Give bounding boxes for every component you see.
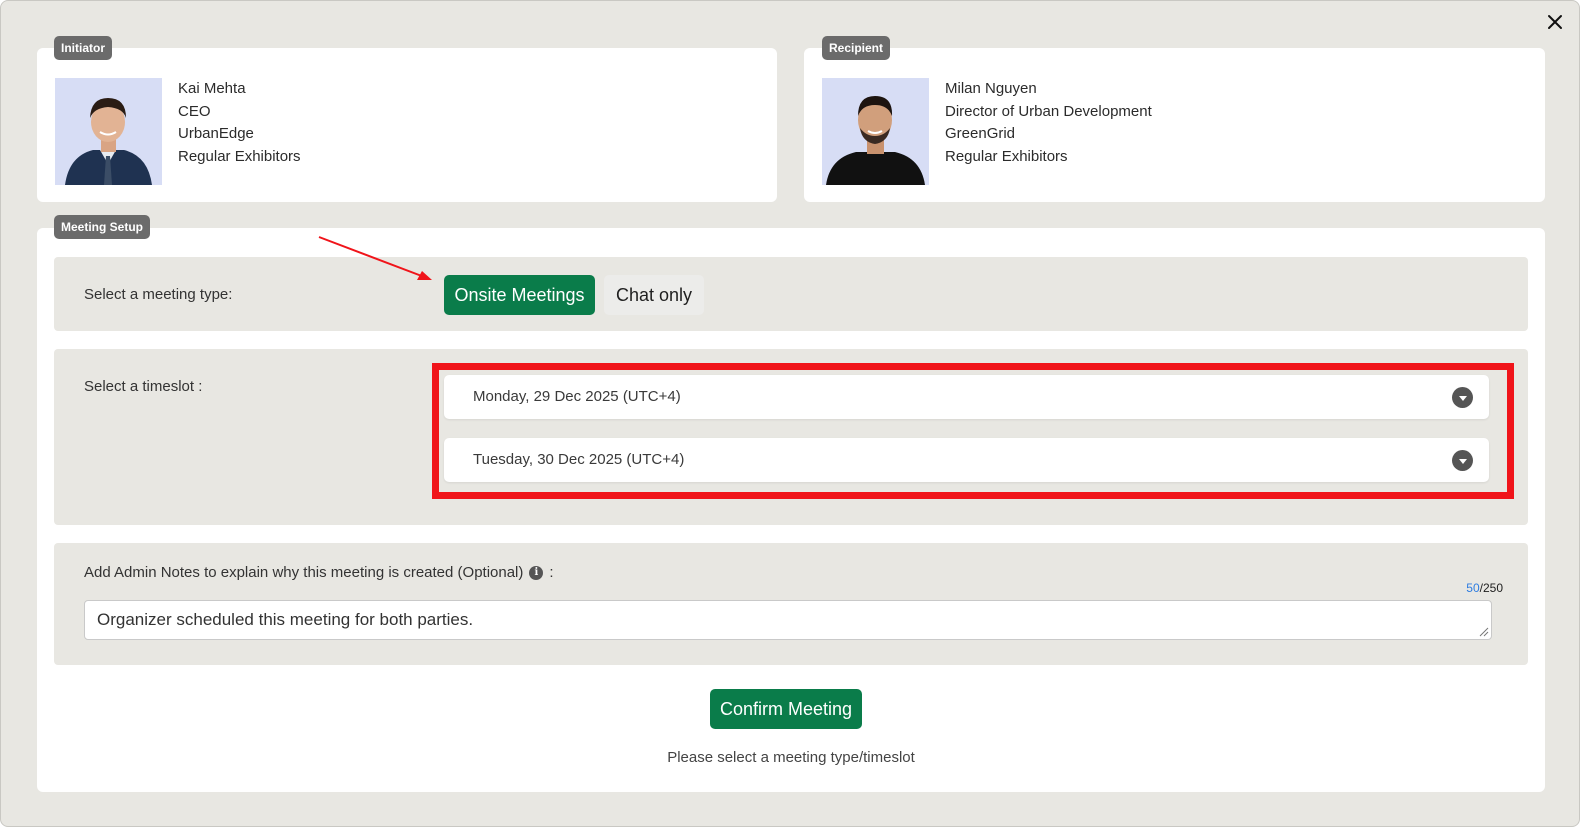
timeslot-date: Monday, 29 Dec 2025 (UTC+4) [473,388,681,405]
timeslot-dropdown-monday[interactable]: Monday, 29 Dec 2025 (UTC+4) [444,375,1489,419]
meeting-setup-card: Select a meeting type: Onsite Meetings C… [37,228,1545,792]
chat-only-button[interactable]: Chat only [604,275,704,315]
resize-grip-icon[interactable] [1479,627,1489,637]
admin-notes-label-colon: : [549,564,554,581]
timeslot-label: Select a timeslot : [84,378,203,395]
recipient-tag: Recipient [822,36,891,60]
recipient-company: GreenGrid [945,125,1016,142]
recipient-name: Milan Nguyen [945,80,1037,97]
character-counter: 50/250 [1466,581,1503,595]
selection-hint: Please select a meeting type/timeslot [667,749,915,766]
recipient-info: Milan Nguyen Director of Urban Developme… [945,78,1152,168]
timeslot-panel: Select a timeslot : Monday, 29 Dec 2025 … [54,349,1528,525]
initiator-avatar [55,78,162,185]
initiator-company: UrbanEdge [178,125,254,142]
confirm-meeting-button[interactable]: Confirm Meeting [710,689,862,729]
initiator-card: Kai Mehta CEO UrbanEdge Regular Exhibito… [37,48,777,202]
initiator-name: Kai Mehta [178,80,246,97]
timeslot-date: Tuesday, 30 Dec 2025 (UTC+4) [473,451,685,468]
info-icon[interactable]: i [529,565,544,580]
recipient-title: Director of Urban Development [945,102,1152,120]
meeting-type-label: Select a meeting type: [84,286,233,303]
recipient-avatar [822,78,929,185]
character-count: 50 [1466,581,1480,595]
close-icon[interactable] [1544,11,1566,33]
chevron-down-icon[interactable] [1452,450,1473,471]
admin-notes-panel: Add Admin Notes to explain why this meet… [54,543,1528,665]
meeting-type-panel: Select a meeting type: Onsite Meetings C… [54,257,1528,331]
admin-notes-label: Add Admin Notes to explain why this meet… [84,564,554,581]
chevron-down-icon[interactable] [1452,387,1473,408]
admin-notes-label-text: Add Admin Notes to explain why this meet… [84,564,524,581]
initiator-tag: Initiator [54,36,112,60]
meeting-setup-tag: Meeting Setup [54,215,151,239]
initiator-category: Regular Exhibitors [178,147,301,165]
timeslot-dropdown-tuesday[interactable]: Tuesday, 30 Dec 2025 (UTC+4) [444,438,1489,482]
meeting-modal: Kai Mehta CEO UrbanEdge Regular Exhibito… [0,0,1580,827]
character-max: /250 [1479,581,1503,595]
initiator-title: CEO [178,102,211,120]
onsite-meetings-button[interactable]: Onsite Meetings [444,275,595,315]
admin-notes-value: Organizer scheduled this meeting for bot… [97,610,474,629]
recipient-category: Regular Exhibitors [945,147,1068,165]
initiator-info: Kai Mehta CEO UrbanEdge Regular Exhibito… [178,78,301,168]
recipient-card: Milan Nguyen Director of Urban Developme… [804,48,1545,202]
admin-notes-textarea[interactable]: Organizer scheduled this meeting for bot… [84,600,1492,640]
